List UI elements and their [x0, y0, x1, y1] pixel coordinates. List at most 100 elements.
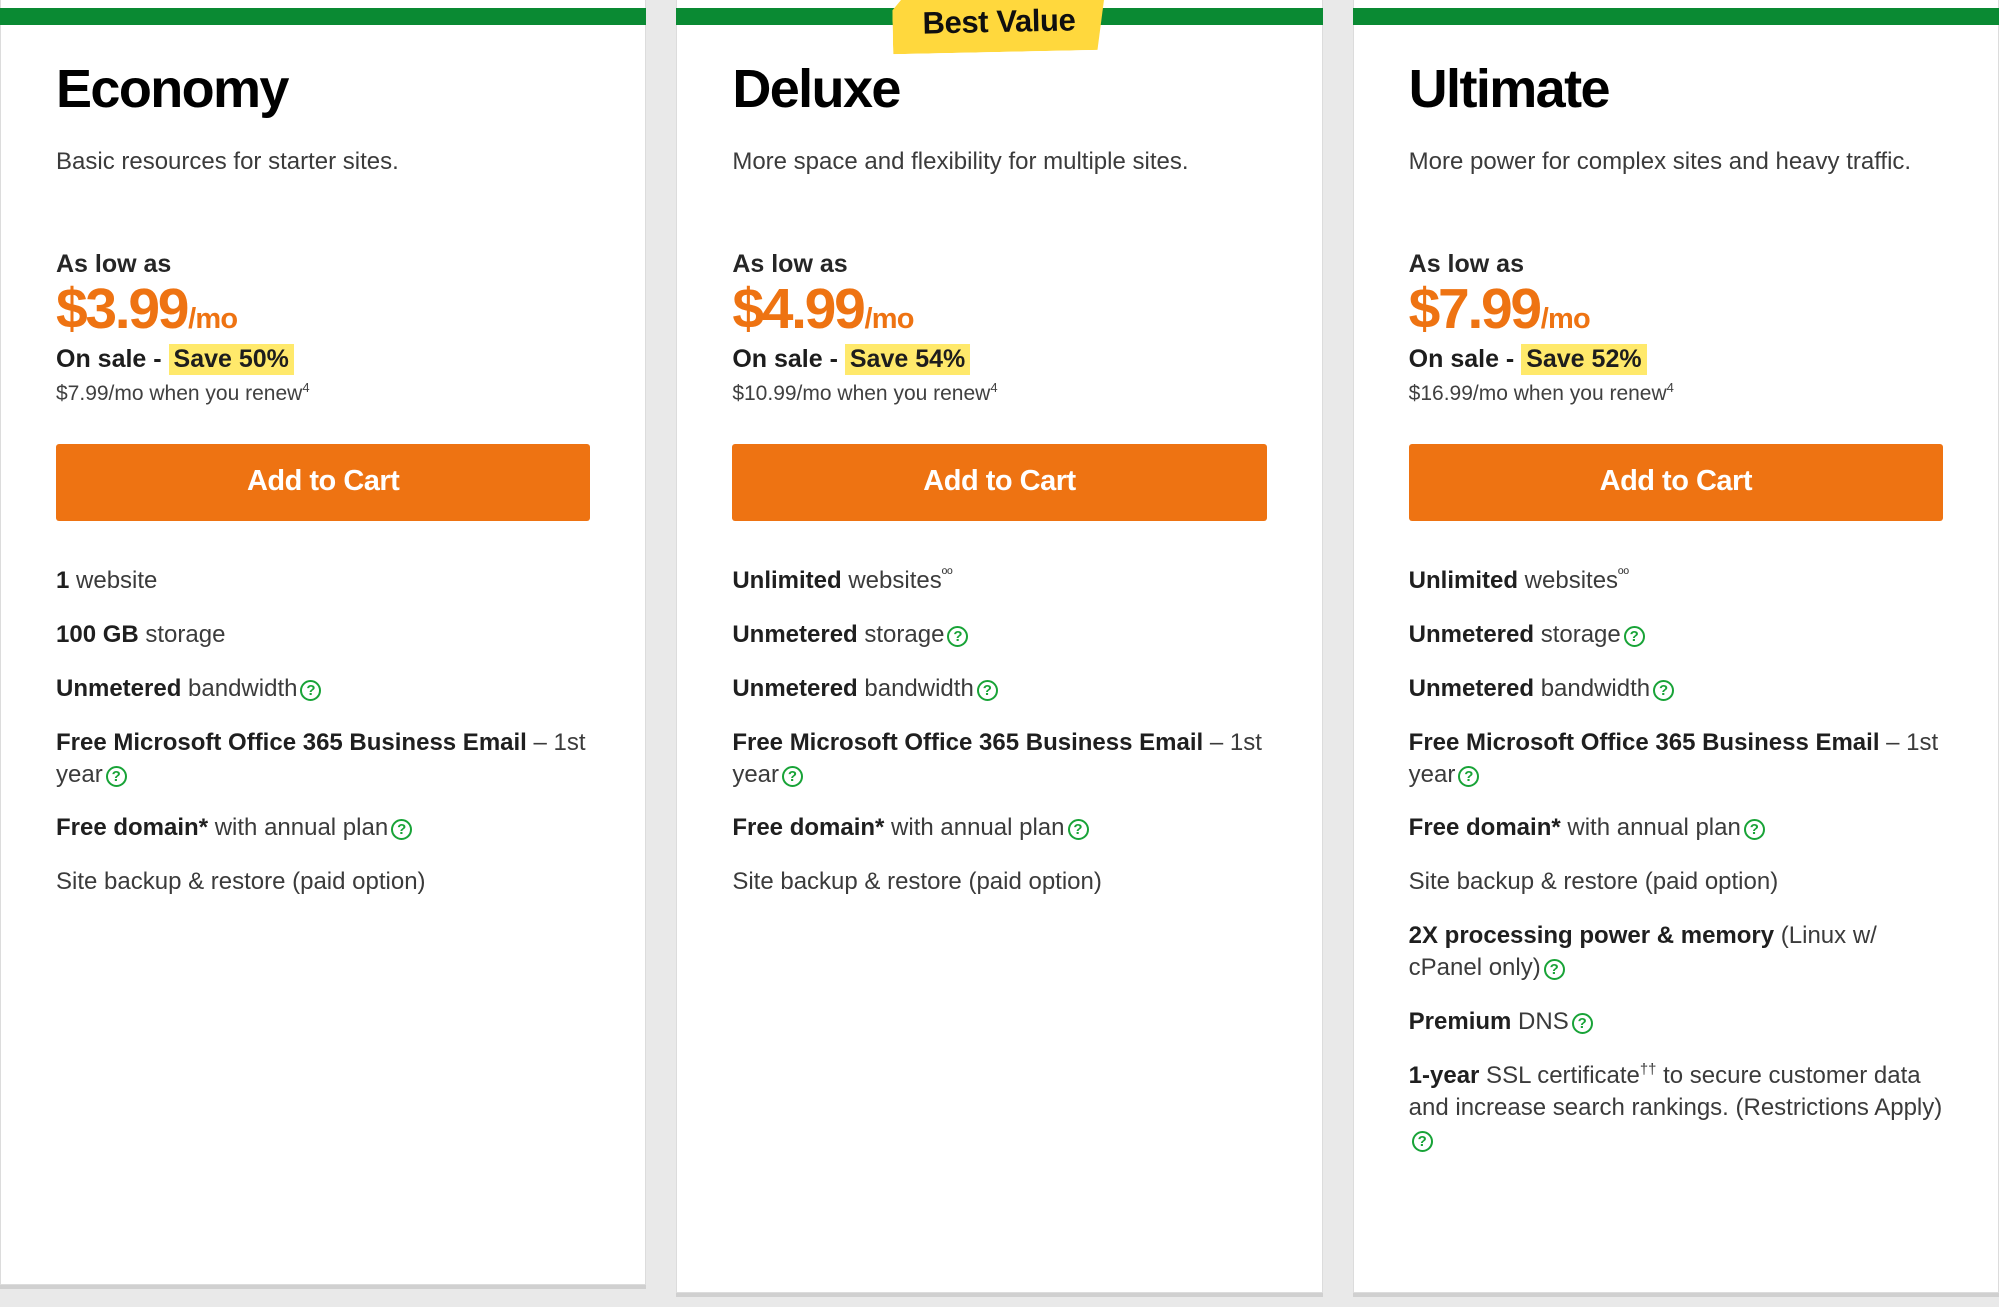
- add-to-cart-button[interactable]: Add to Cart: [1408, 443, 1943, 521]
- add-to-cart-button[interactable]: Add to Cart: [732, 443, 1267, 521]
- feature-item: Unmetered bandwidth?: [732, 673, 1266, 705]
- price-row: $3.99/mo: [56, 280, 590, 338]
- sale-line: On sale - Save 54%: [732, 343, 1266, 375]
- feature-text: bandwidth: [857, 674, 974, 702]
- footnote-marker: 4: [990, 379, 998, 395]
- feature-text: SSL certificate: [1479, 1062, 1640, 1089]
- feature-text: Site backup & restore (paid option): [732, 868, 1102, 896]
- price-amount: $7.99: [1408, 276, 1542, 341]
- card-body: Economy Basic resources for starter sites…: [56, 0, 591, 898]
- feature-text: storage: [857, 620, 945, 648]
- feature-item: Unlimited websitesºº: [1409, 565, 1943, 597]
- plan-description: More space and flexibility for multiple …: [732, 148, 1189, 175]
- question-circle-icon[interactable]: ?: [1458, 765, 1480, 787]
- feature-item: Free domain* with annual plan?: [1409, 812, 1943, 844]
- feature-text: bandwidth: [1534, 674, 1651, 702]
- question-circle-icon[interactable]: ?: [976, 679, 998, 701]
- feature-item: Premium DNS?: [1409, 1006, 1943, 1038]
- plan-description: Basic resources for starter sites.: [56, 148, 399, 175]
- feature-text: websites: [1518, 566, 1619, 594]
- feature-text: with annual plan: [208, 814, 389, 842]
- price-period: /mo: [1540, 302, 1591, 335]
- feature-list: Unlimited websitesºº Unmetered storage? Un…: [732, 565, 1266, 898]
- feature-item: Free domain* with annual plan?: [56, 812, 590, 844]
- feature-item: Unmetered bandwidth?: [56, 673, 590, 705]
- footnote-marker: 4: [1666, 379, 1674, 395]
- pricing-card-economy: Economy Basic resources for starter sites…: [0, 0, 647, 1285]
- feature-highlight: Unmetered: [1408, 620, 1535, 648]
- renewal-price-text: $16.99/mo when you renew: [1408, 381, 1667, 405]
- feature-text: storage: [1534, 620, 1621, 648]
- question-circle-icon[interactable]: ?: [1653, 679, 1675, 701]
- feature-highlight: Unmetered: [732, 674, 858, 702]
- pricing-plan-board: Economy Basic resources for starter sites…: [0, 0, 1999, 1307]
- as-low-as-label: As low as: [732, 250, 848, 278]
- feature-item: 100 GB storage: [56, 619, 590, 651]
- feature-item: Unmetered bandwidth?: [1409, 673, 1943, 705]
- feature-highlight: Premium: [1408, 1008, 1512, 1036]
- feature-item: Unmetered storage?: [1409, 619, 1943, 651]
- on-sale-prefix: On sale -: [732, 344, 845, 373]
- renewal-price-text: $10.99/mo when you renew: [732, 381, 991, 405]
- feature-footnote-marker: ºº: [941, 566, 953, 583]
- question-circle-icon[interactable]: ?: [1571, 1013, 1593, 1035]
- question-circle-icon[interactable]: ?: [391, 819, 413, 841]
- renewal-price-note: $16.99/mo when you renew4: [1409, 381, 1943, 406]
- feature-item: Free Microsoft Office 365 Business Email…: [1409, 727, 1943, 791]
- feature-text: bandwidth: [181, 674, 298, 702]
- feature-text: with annual plan: [884, 814, 1065, 842]
- feature-highlight: Free Microsoft Office 365 Business Email: [732, 728, 1204, 756]
- sale-line: On sale - Save 50%: [56, 343, 590, 375]
- add-to-cart-button[interactable]: Add to Cart: [56, 443, 591, 521]
- footnote-marker: 4: [302, 379, 310, 395]
- card-body: Ultimate More power for complex sites and…: [1408, 0, 1943, 1156]
- save-percent-badge: Save 52%: [1521, 343, 1647, 375]
- feature-list: Unlimited websitesºº Unmetered storage? Un…: [1409, 565, 1943, 1156]
- on-sale-prefix: On sale -: [56, 344, 169, 373]
- feature-item: Unlimited websitesºº: [732, 565, 1266, 597]
- card-body: Deluxe More space and flexibility for mul…: [732, 0, 1267, 898]
- price-row: $7.99/mo: [1408, 276, 1943, 341]
- feature-highlight: Unmetered: [1408, 674, 1535, 702]
- feature-highlight: Unmetered: [56, 674, 182, 702]
- feature-highlight: Unmetered: [732, 620, 858, 648]
- card-top-accent-bar: [0, 8, 647, 25]
- feature-highlight: Unlimited: [732, 566, 842, 594]
- save-percent-badge: Save 54%: [844, 343, 971, 375]
- question-circle-icon[interactable]: ?: [1543, 959, 1565, 981]
- plan-title: Economy: [56, 59, 289, 119]
- plan-title: Deluxe: [732, 59, 901, 119]
- feature-item: Site backup & restore (paid option): [1409, 866, 1943, 898]
- feature-item: Free Microsoft Office 365 Business Email…: [732, 727, 1266, 791]
- question-circle-icon[interactable]: ?: [1623, 625, 1645, 647]
- plan-description: More power for complex sites and heavy t…: [1408, 148, 1912, 175]
- sale-line: On sale - Save 52%: [1409, 343, 1943, 375]
- renewal-price-note: $7.99/mo when you renew4: [56, 381, 590, 406]
- feature-highlight: Free Microsoft Office 365 Business Email: [56, 728, 527, 756]
- feature-text: with annual plan: [1560, 814, 1741, 842]
- plan-title: Ultimate: [1408, 59, 1611, 119]
- as-low-as-label: As low as: [1408, 250, 1524, 278]
- question-circle-icon[interactable]: ?: [782, 765, 804, 787]
- feature-highlight: 2X processing power & memory: [1408, 922, 1775, 950]
- feature-text: website: [69, 566, 158, 594]
- feature-item: Free domain* with annual plan?: [732, 812, 1266, 844]
- question-circle-icon[interactable]: ?: [947, 625, 969, 647]
- question-circle-icon[interactable]: ?: [105, 765, 127, 787]
- feature-text: websites: [841, 566, 942, 594]
- feature-highlight: 1: [56, 566, 70, 594]
- feature-list: 1 website 100 GB storage Unmetered bandwid…: [56, 565, 590, 898]
- feature-item: Free Microsoft Office 365 Business Email…: [56, 727, 590, 791]
- question-circle-icon[interactable]: ?: [1411, 1130, 1433, 1152]
- price-period: /mo: [188, 302, 238, 335]
- card-top-accent-bar: [1352, 8, 1999, 25]
- feature-footnote-marker: ºº: [1618, 566, 1629, 583]
- pricing-card-deluxe: Best Value Deluxe More space and flexibili…: [676, 0, 1323, 1293]
- question-circle-icon[interactable]: ?: [1743, 819, 1765, 841]
- question-circle-icon[interactable]: ?: [300, 679, 322, 701]
- renewal-price-text: $7.99/mo when you renew: [56, 381, 303, 405]
- price-row: $4.99/mo: [732, 280, 1266, 338]
- question-circle-icon[interactable]: ?: [1067, 819, 1089, 841]
- feature-text: Site backup & restore (paid option): [56, 868, 426, 896]
- feature-footnote-marker: ††: [1639, 1062, 1657, 1078]
